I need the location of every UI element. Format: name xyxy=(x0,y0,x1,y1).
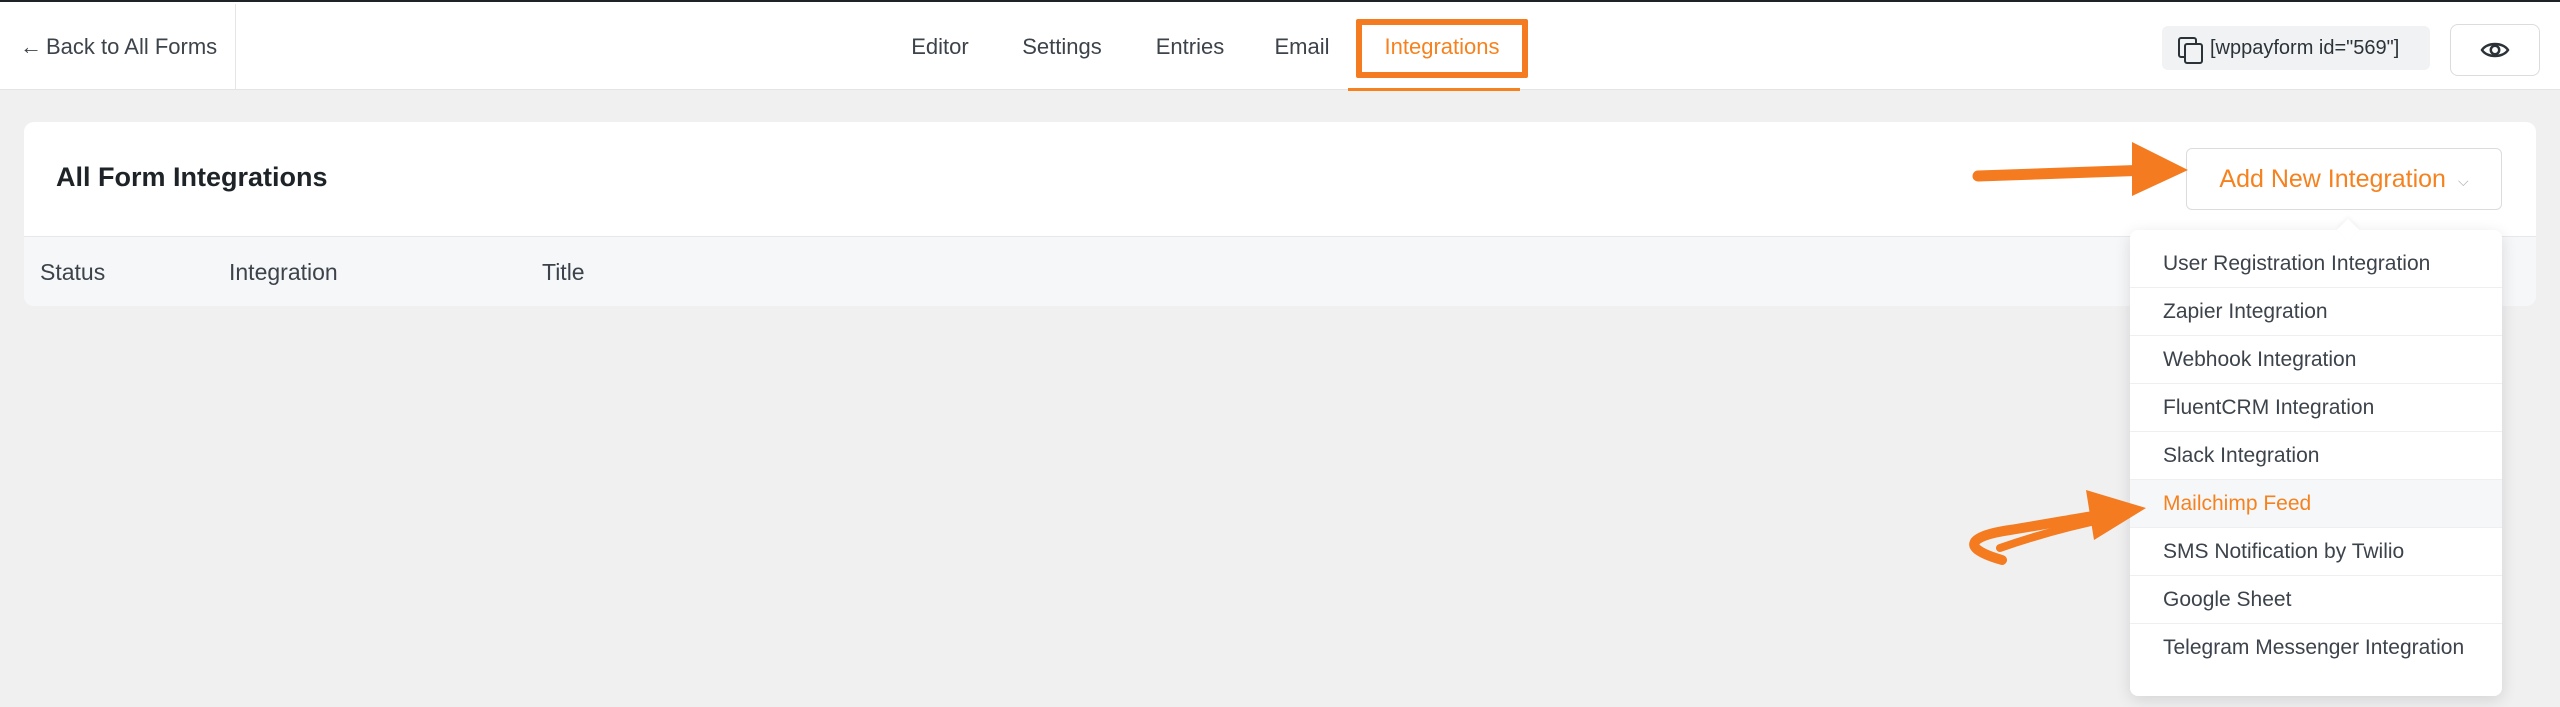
shortcode-text: [wppayform id="569"] xyxy=(2210,36,2400,59)
column-integration: Integration xyxy=(229,259,338,285)
menu-item-zapier[interactable]: Zapier Integration xyxy=(2130,288,2502,336)
tab-settings[interactable]: Settings xyxy=(1012,2,1112,92)
menu-item-twilio-sms[interactable]: SMS Notification by Twilio xyxy=(2130,528,2502,576)
tab-editor[interactable]: Editor xyxy=(900,2,980,92)
column-status: Status xyxy=(40,259,106,285)
menu-item-user-registration[interactable]: User Registration Integration xyxy=(2130,240,2502,288)
menu-item-webhook[interactable]: Webhook Integration xyxy=(2130,336,2502,384)
eye-icon xyxy=(2480,42,2510,58)
chevron-down-icon: ⌵ xyxy=(2457,172,2469,189)
annotation-curved-arrow-icon xyxy=(1969,490,2146,565)
top-bar: ← Back to All Forms Editor Settings Entr… xyxy=(0,0,2560,92)
menu-item-google-sheet[interactable]: Google Sheet xyxy=(2130,576,2502,624)
menu-item-mailchimp[interactable]: Mailchimp Feed xyxy=(2130,480,2502,528)
copy-icon xyxy=(2176,35,2203,64)
tab-email[interactable]: Email xyxy=(1266,2,1338,92)
tab-entries[interactable]: Entries xyxy=(1144,2,1236,92)
column-title: Title xyxy=(542,259,585,285)
shortcode-copy-button[interactable]: [wppayform id="569"] xyxy=(2162,26,2430,70)
menu-item-slack[interactable]: Slack Integration xyxy=(2130,432,2502,480)
add-new-integration-button[interactable]: Add New Integration ⌵ xyxy=(2186,148,2502,210)
preview-button[interactable] xyxy=(2450,24,2540,76)
menu-item-telegram[interactable]: Telegram Messenger Integration xyxy=(2130,624,2502,672)
page-title: All Form Integrations xyxy=(56,162,328,192)
add-integration-label: Add New Integration xyxy=(2219,164,2446,193)
menu-item-fluentcrm[interactable]: FluentCRM Integration xyxy=(2130,384,2502,432)
integration-dropdown-menu: User Registration Integration Zapier Int… xyxy=(2130,230,2502,696)
active-tab-indicator xyxy=(1348,88,1520,91)
tab-integrations[interactable]: Integrations xyxy=(1362,2,1522,92)
